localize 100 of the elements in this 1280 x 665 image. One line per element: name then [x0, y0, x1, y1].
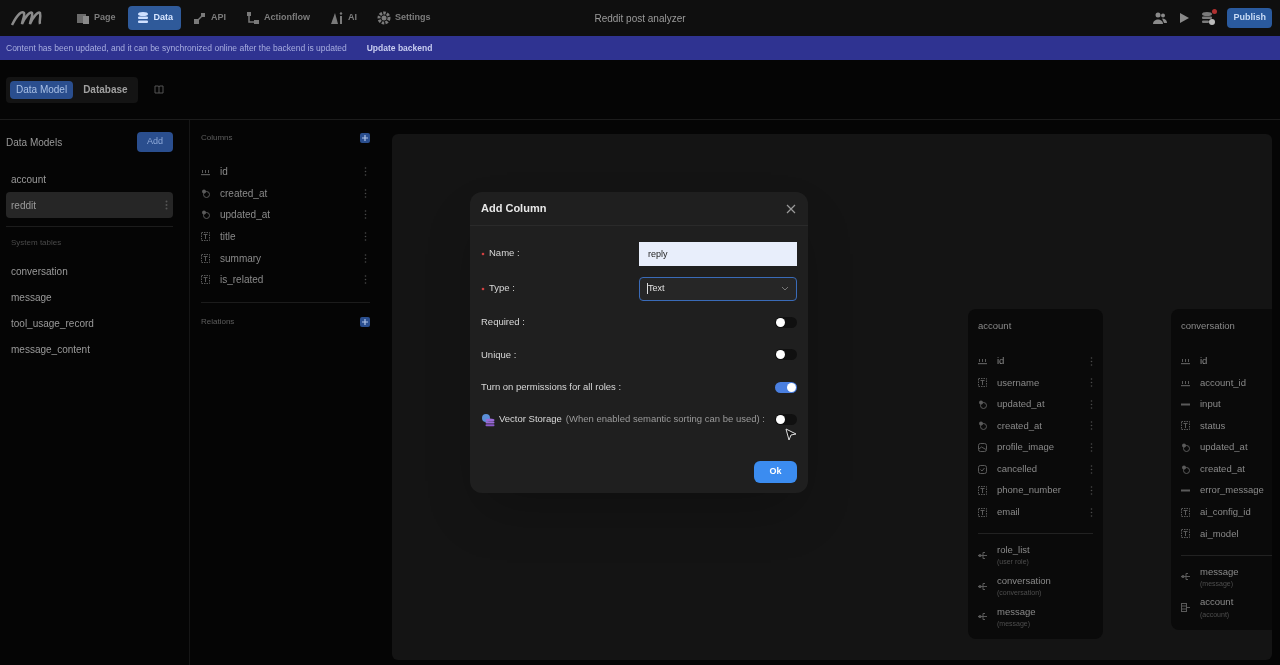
column-item[interactable]: id: [201, 161, 370, 183]
nav-tab[interactable]: Page: [68, 6, 124, 30]
model-item[interactable]: reddit: [6, 192, 173, 218]
toggle-switch[interactable]: [775, 316, 797, 328]
text-field-icon: [1181, 507, 1190, 517]
page-icon: [76, 11, 90, 25]
column-name: ai_config_id: [1200, 505, 1252, 520]
clock-icon: [201, 188, 210, 198]
view-tab[interactable]: Database: [77, 80, 134, 99]
number-icon: [1181, 378, 1190, 387]
model-name: tool_usage_record: [11, 316, 94, 331]
number-icon: [201, 167, 210, 176]
more-icon: [364, 188, 367, 198]
toggle-switch[interactable]: [775, 381, 797, 393]
model-name: message_content: [11, 342, 90, 357]
ok-button[interactable]: Ok: [754, 460, 797, 483]
field-label: Unique :: [481, 347, 517, 362]
panel-title: Columns: [201, 132, 233, 144]
column-name: id: [1200, 353, 1209, 368]
relation-icon: [978, 550, 987, 560]
model-item[interactable]: account: [6, 166, 173, 192]
text-field-icon: [1181, 421, 1190, 431]
column-name: updated_at: [997, 397, 1046, 412]
field-label: Type :: [489, 281, 515, 296]
table-title: conversation: [1180, 319, 1236, 333]
nav-tab[interactable]: API: [185, 6, 235, 30]
publish-button[interactable]: Publish: [1227, 8, 1272, 28]
model-name: reddit: [11, 198, 36, 213]
nav-tab[interactable]: AI: [322, 6, 366, 30]
more-icon: [1090, 378, 1093, 388]
nav-tab[interactable]: Actionflow: [238, 6, 319, 30]
more-icon: [364, 232, 367, 242]
more-icon: [1090, 464, 1093, 474]
model-item[interactable]: message: [6, 284, 173, 310]
model-name: conversation: [11, 264, 68, 279]
more-icon: [1090, 442, 1093, 452]
clock-icon: [1181, 464, 1190, 474]
more-icon: [1090, 486, 1093, 496]
clock-icon: [1181, 442, 1190, 452]
more-icon: [364, 167, 367, 177]
column-name: title: [220, 230, 237, 245]
column-item[interactable]: created_at: [201, 182, 370, 205]
column-name: updated_at: [220, 208, 272, 223]
toggle-switch[interactable]: [775, 349, 797, 361]
nav-tab[interactable]: Data: [127, 6, 182, 30]
column-name: input: [1200, 397, 1222, 412]
text-field-icon: [1181, 529, 1190, 539]
field-label: Turn on permissions for all roles :: [481, 380, 622, 395]
select-value: Text: [648, 281, 666, 295]
field-label: Name :: [489, 246, 520, 261]
chevron-down-icon: [781, 286, 789, 291]
view-tab[interactable]: Data Model: [10, 80, 74, 99]
name-field[interactable]: reply: [639, 241, 797, 266]
model-item[interactable]: tool_usage_record: [6, 310, 173, 336]
column-name: updated_at: [1200, 440, 1249, 455]
flowchart-icon: [246, 11, 261, 25]
model-item[interactable]: message_content: [6, 336, 173, 362]
text-field-icon: [978, 486, 987, 496]
database-check-icon: [1201, 11, 1216, 25]
book-icon: [153, 85, 164, 94]
text-field-icon: [201, 232, 210, 242]
relation-icon: [1181, 572, 1190, 582]
column-name: created_at: [1200, 461, 1246, 476]
dash-icon: [1181, 402, 1190, 406]
field-hint: (When enabled semantic sorting can be used) :: [565, 412, 765, 427]
add-button[interactable]: [360, 133, 370, 143]
add-button[interactable]: Add: [137, 132, 173, 152]
column-item[interactable]: is_related: [201, 268, 370, 291]
api-icon: [193, 11, 208, 25]
close-button[interactable]: [785, 202, 797, 215]
update-backend-link[interactable]: Update backend: [366, 41, 433, 55]
more-icon: [1090, 356, 1093, 366]
banner-message: Content has been updated, and it can be synchronized online after the backend is updated: [6, 41, 347, 55]
sidebar-title: Data Models: [6, 135, 63, 150]
field-label: Vector Storage: [499, 412, 562, 427]
column-name: error_message: [1200, 483, 1265, 498]
ai-icon: [330, 11, 345, 25]
toggle-switch[interactable]: [775, 414, 797, 425]
column-name: id: [220, 165, 229, 180]
more-icon: [165, 200, 168, 210]
field-label: Required :: [481, 315, 525, 330]
column-item[interactable]: summary: [201, 247, 370, 269]
panel-title: Relations: [201, 315, 235, 328]
column-name: is_related: [220, 273, 265, 288]
column-name: summary: [220, 251, 263, 266]
nav-tab[interactable]: Settings: [369, 6, 439, 30]
add-button[interactable]: [360, 316, 370, 327]
clock-icon: [978, 421, 987, 431]
relation-icon: [1181, 603, 1190, 613]
table-title: account: [977, 319, 1013, 333]
model-item[interactable]: conversation: [6, 258, 173, 284]
column-name: phone_number: [997, 483, 1062, 498]
more-icon: [1090, 421, 1093, 431]
text-field-icon: [978, 507, 987, 517]
more-icon: [364, 253, 367, 263]
type-select[interactable]: Text: [639, 276, 797, 301]
column-item[interactable]: title: [201, 225, 370, 248]
column-item[interactable]: updated_at: [201, 204, 370, 226]
relation-icon: [978, 581, 987, 591]
model-name: account: [11, 172, 47, 187]
